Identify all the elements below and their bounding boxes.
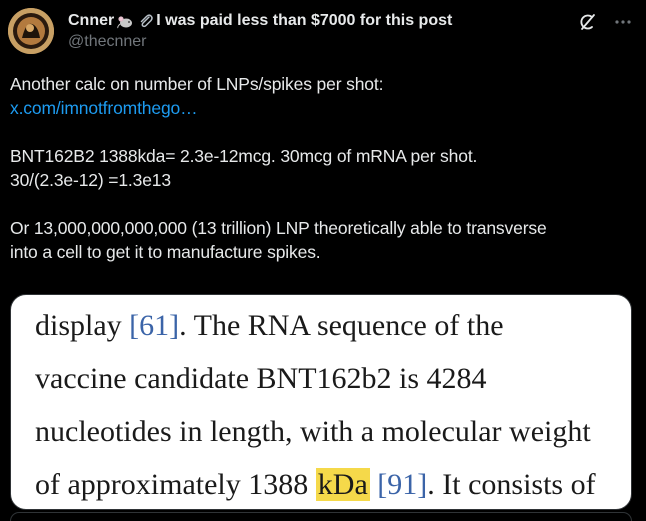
excerpt-text: . The RNA sequence of the (179, 309, 504, 342)
tweet-line: 30/(2.3e-12) =1.3e13 (10, 170, 171, 190)
tweet-line: Another calc on number of LNPs/spikes pe… (10, 74, 384, 94)
attached-image[interactable]: display [61]. The RNA sequence of the va… (10, 294, 632, 510)
tweet-text: Another calc on number of LNPs/spikes pe… (10, 72, 636, 264)
citation: [91] (377, 468, 428, 501)
grok-icon[interactable] (576, 11, 598, 33)
excerpt-text: . It consists of (427, 468, 596, 501)
tweet-line: into a cell to get it to manufacture spi… (10, 242, 321, 262)
tweet-line: Or 13,000,000,000,000 (13 trillion) LNP … (10, 218, 547, 238)
more-options-icon[interactable] (612, 11, 634, 33)
excerpt-text: display (35, 309, 130, 342)
paperclip-icon (138, 13, 154, 29)
display-name-right: I was paid less than $7000 for this post (156, 12, 453, 29)
user-handle[interactable]: @thecnner (68, 33, 452, 51)
display-name-left: Cnner (68, 12, 115, 29)
excerpt-text: nucleotides in length, with a molecular … (35, 415, 591, 448)
avatar[interactable] (8, 8, 54, 54)
next-card-edge (10, 512, 632, 521)
excerpt-text: vaccine candidate BNT162b2 is 4284 (35, 362, 487, 395)
tweet-link[interactable]: x.com/imnotfromthego… (10, 98, 198, 118)
paper-excerpt: display [61]. The RNA sequence of the va… (35, 299, 625, 509)
display-name[interactable]: Cnner I was paid less than $7000 for thi… (68, 10, 452, 32)
mouse-icon (116, 13, 134, 29)
excerpt-text: of approximately 1388 (35, 468, 316, 501)
tweet-line: BNT162B2 1388kda= 2.3e-12mcg. 30mcg of m… (10, 146, 478, 166)
highlighted-unit: kDa (315, 468, 370, 501)
citation: [61] (129, 309, 180, 342)
tweet-header: Cnner I was paid less than $7000 for thi… (8, 8, 634, 56)
